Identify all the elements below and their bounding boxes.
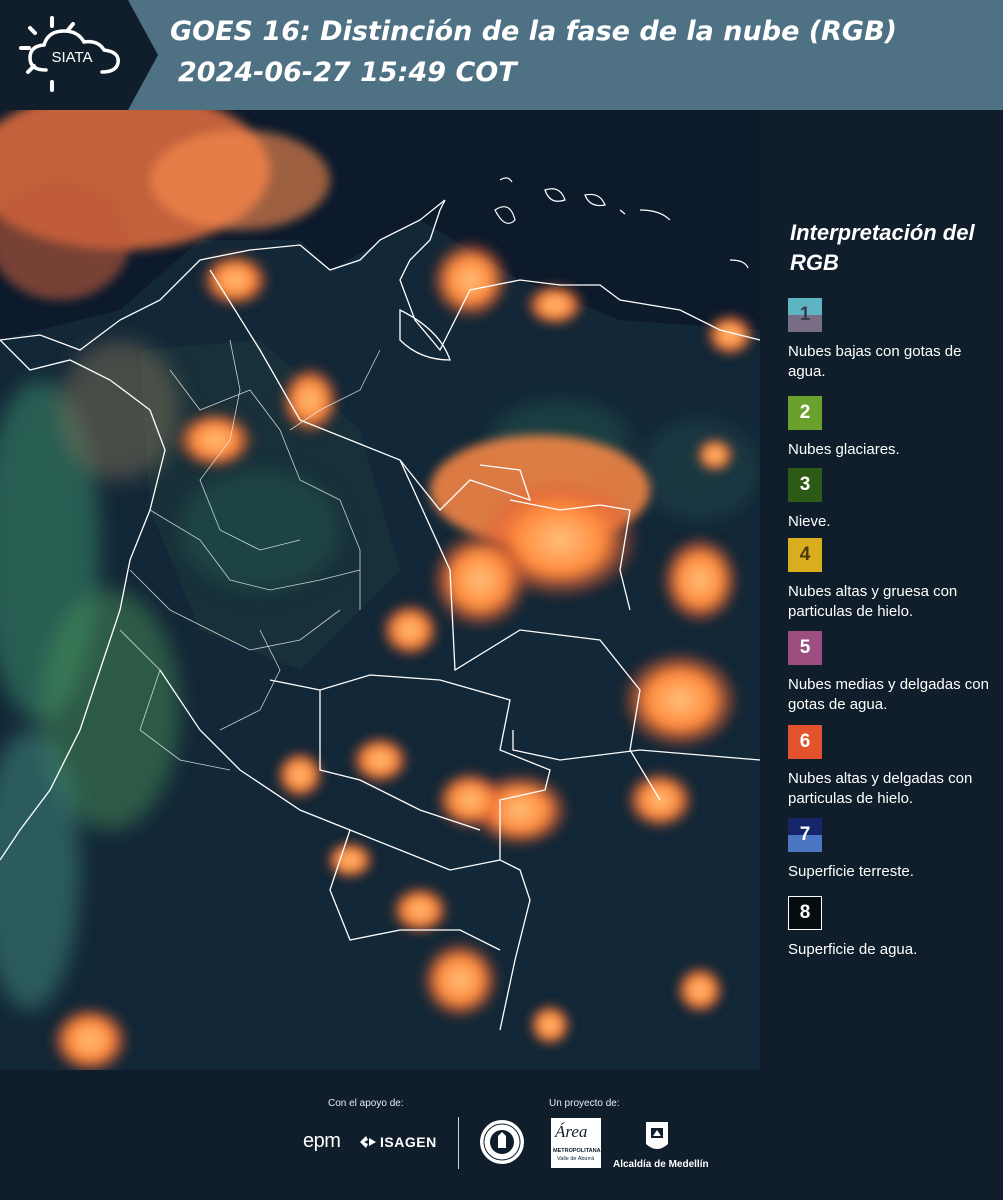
legend-number: 4 [799,544,811,565]
project-label: Un proyecto de: [549,1098,620,1109]
legend-label: Superficie de agua. [788,941,918,958]
legend-item-6: 6 Nubes altas y delgadas con particulas … [788,725,998,809]
legend-item-8: 8 Superficie de agua. [788,896,998,960]
legend-item-5: 5 Nubes medias y delgadas con gotas de a… [788,631,998,715]
seal-icon [480,1120,524,1164]
legend-swatch-7: 7 [788,818,822,852]
legend-swatch-2: 2 [788,396,822,430]
crest-icon [646,1122,668,1149]
area-logo-line2: Valle de Aburrá [557,1156,595,1162]
legend-swatch-3: 3 [788,468,822,502]
legend-swatch-1: 1 [788,298,822,332]
legend-label: Nubes altas y gruesa con particulas de h… [788,583,958,620]
legend-label: Superficie terreste. [788,863,914,880]
legend-number: 2 [799,402,811,423]
siata-logo: SIATA [0,0,158,110]
legend-label: Nubes bajas con gotas de agua. [788,343,962,380]
header-bar: SIATA GOES 16: Distinción de la fase de … [0,0,1003,110]
legend-number: 1 [799,304,811,325]
legend-number: 6 [799,731,811,752]
page-subtitle-timestamp: 2024-06-27 15:49 COT [178,57,517,88]
area-logo-line1: METROPOLITANA [553,1148,601,1154]
legend-number: 5 [799,637,811,658]
siata-logo-icon: SIATA [0,0,158,110]
isagen-logo-text: ISAGEN [380,1134,437,1150]
legend-item-1: 1 Nubes bajas con gotas de agua. [788,298,998,382]
footer-divider [458,1117,459,1169]
alcaldia-label: Alcaldía de Medellín [613,1159,709,1170]
legend-number: 3 [799,474,811,495]
area-logo-name: Área [555,1122,588,1141]
legend-swatch-4: 4 [788,538,822,572]
support-label: Con el apoyo de: [328,1098,404,1109]
legend-label: Nubes medias y delgadas con gotas de agu… [788,676,989,713]
legend-swatch-6: 6 [788,725,822,759]
epm-logo: epm [303,1130,341,1152]
page-title: GOES 16: Distinción de la fase de la nub… [170,16,897,47]
footer: Con el apoyo de: Un proyecto de: epm ISA… [0,1070,1003,1200]
siata-logo-text: SIATA [51,49,92,66]
isagen-logo: ISAGEN [358,1134,437,1150]
legend-title: Interpretación del RGB [790,220,975,275]
legend-label: Nieve. [788,513,831,530]
isagen-mark-icon [360,1136,376,1148]
legend-item-7: 7 Superficie terreste. [788,818,998,882]
legend-panel: Interpretación del RGB 1 Nubes bajas con… [760,110,1003,1070]
legend-swatch-5: 5 [788,631,822,665]
satellite-map[interactable] [0,110,760,1070]
legend-number: 8 [799,902,811,923]
legend-item-4: 4 Nubes altas y gruesa con particulas de… [788,538,998,622]
legend-label: Nubes glaciares. [788,441,900,458]
legend-item-2: 2 Nubes glaciares. [788,396,998,460]
alcaldia-crest [644,1118,670,1161]
legend-item-3: 3 Nieve. [788,468,998,532]
legend-number: 7 [799,824,811,845]
area-metropolitana-logo: Área METROPOLITANA Valle de Aburrá [551,1118,601,1168]
legend-swatch-8: 8 [788,896,822,930]
legend-label: Nubes altas y delgadas con particulas de… [788,770,973,807]
gobernacion-seal [478,1118,526,1171]
